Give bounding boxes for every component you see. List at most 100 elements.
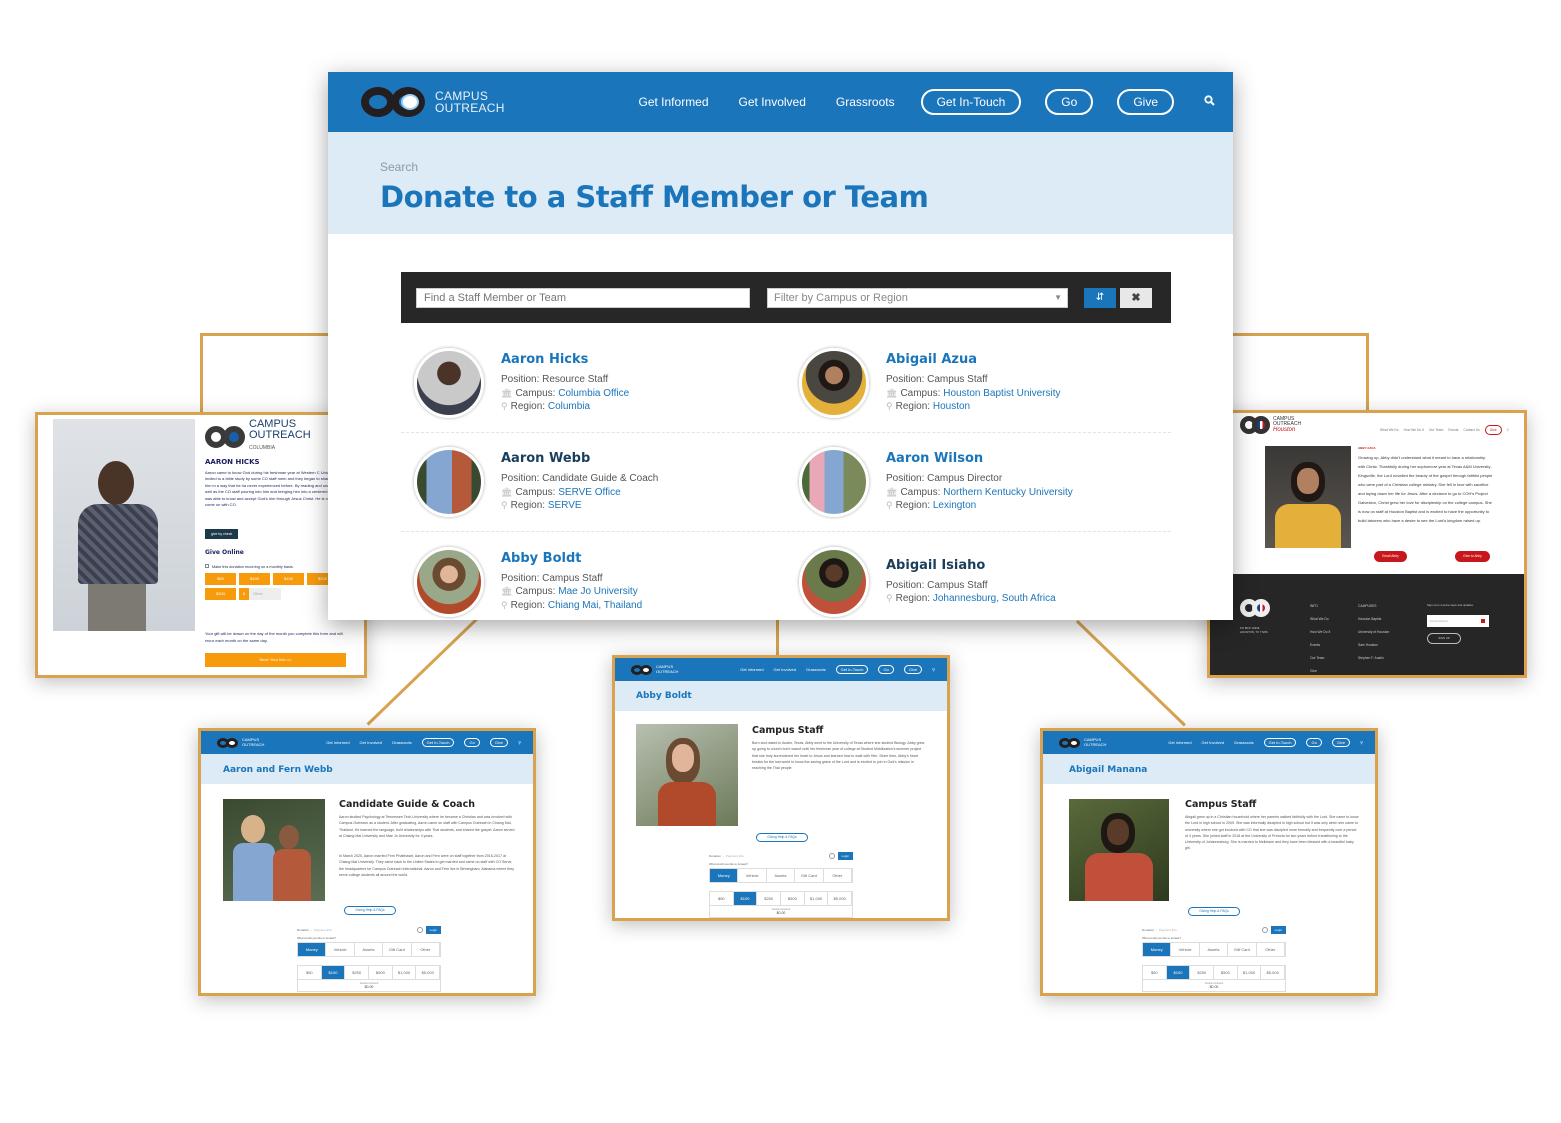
nav-get-informed[interactable]: Get Informed — [639, 95, 709, 109]
amount-tab[interactable]: $100 — [321, 966, 346, 979]
footer-link[interactable]: Sam Houston — [1358, 639, 1389, 652]
nav-link[interactable]: Grassroots — [1234, 740, 1254, 745]
campus-link[interactable]: Columbia Office — [558, 388, 629, 399]
nav-pill[interactable]: Give — [489, 738, 509, 747]
avatar[interactable] — [799, 447, 869, 517]
amount-tab[interactable]: $50 — [710, 892, 734, 905]
help-icon[interactable] — [828, 853, 835, 859]
login-button[interactable]: Login — [1270, 926, 1286, 934]
other-amount-input[interactable]: Other — [249, 588, 281, 600]
footer-link[interactable]: What We Do — [1310, 613, 1330, 626]
avatar[interactable] — [414, 546, 484, 617]
sort-button[interactable]: ⇵ — [1084, 287, 1116, 308]
clear-filter-button[interactable]: ✖ — [1120, 287, 1152, 308]
amount-tab[interactable]: $250 — [757, 892, 782, 905]
nav-pill[interactable]: Give — [1331, 738, 1351, 747]
next-your-info-button[interactable]: Next: Your Info >> — [205, 653, 346, 667]
campus-outreach-logo[interactable]: CAMPUS OUTREACH — [361, 85, 505, 119]
amount-tab[interactable]: $5,000 — [416, 966, 441, 979]
footer-link[interactable]: Events — [1310, 639, 1330, 652]
nav-pill[interactable]: Go — [1306, 738, 1322, 747]
avatar[interactable] — [414, 447, 484, 517]
nav-link[interactable]: Our Team — [1429, 428, 1443, 432]
campus-link[interactable]: Mae Jo University — [558, 586, 637, 597]
amount-tab[interactable]: $1,000 — [805, 892, 829, 905]
search-icon[interactable] — [1204, 95, 1215, 109]
login-button[interactable]: Login — [837, 852, 853, 860]
region-link[interactable]: Houston — [933, 401, 970, 412]
type-tab[interactable]: Vehicle — [1171, 943, 1200, 956]
nav-link[interactable]: Get Informed — [326, 740, 349, 745]
staff-card[interactable]: Abigail Azua Position: Campus Staff 🏛 Cam… — [786, 334, 1171, 432]
nav-pill[interactable]: Give — [903, 665, 923, 674]
email-abby-button[interactable]: Email Abby — [1374, 551, 1407, 562]
recurring-checkbox[interactable] — [205, 564, 209, 568]
type-tab[interactable]: Vehicle — [738, 869, 767, 882]
nav-link[interactable]: Grassroots — [806, 667, 826, 672]
amount-tab[interactable]: $100 — [733, 892, 758, 905]
region-link[interactable]: Johannesburg, South Africa — [933, 593, 1056, 604]
nav-link[interactable]: Contact Us — [1463, 428, 1479, 432]
type-tab[interactable]: Money — [710, 869, 739, 882]
custom-amount[interactable]: Custom Amount $0.00 — [1142, 980, 1286, 992]
amount-button[interactable]: $50 — [205, 573, 236, 585]
footer-link[interactable]: How We Do It — [1310, 626, 1330, 639]
campus-link[interactable]: Northern Kentucky University — [943, 487, 1073, 498]
giving-help-button[interactable]: Giving Help & FAQs — [756, 833, 808, 842]
nav-link[interactable]: Events — [1448, 428, 1458, 432]
type-tab[interactable]: Gift Card — [795, 869, 824, 882]
sign-up-button[interactable]: SIGN UP — [1427, 633, 1461, 644]
type-tab[interactable]: Assets — [1200, 943, 1229, 956]
nav-link[interactable]: Get Informed — [1168, 740, 1191, 745]
amount-tab[interactable]: $5,000 — [828, 892, 853, 905]
campus-link[interactable]: Houston Baptist University — [943, 388, 1060, 399]
staff-card[interactable]: Aaron Hicks Position: Resource Staff 🏛 Ca… — [401, 334, 786, 432]
nav-link[interactable]: Get Involved — [774, 667, 796, 672]
region-link[interactable]: Lexington — [933, 500, 976, 511]
login-button[interactable]: Login — [425, 926, 441, 934]
amount-button[interactable]: $300 — [205, 588, 236, 600]
staff-name[interactable]: Abigail Azua — [886, 352, 1061, 367]
give-to-abby-button[interactable]: Give to Abby — [1455, 551, 1490, 562]
nav-pill[interactable]: Get In-Touch — [835, 665, 869, 674]
type-tab[interactable]: Gift Card — [1228, 943, 1257, 956]
amount-tab[interactable]: $1,000 — [1238, 966, 1262, 979]
avatar[interactable] — [799, 546, 869, 617]
nav-link[interactable]: How We Do It — [1404, 428, 1424, 432]
type-tab[interactable]: Money — [298, 943, 327, 956]
footer-link[interactable]: Stephen F. Austin — [1358, 652, 1389, 665]
region-link[interactable]: Chiang Mai, Thailand — [548, 600, 642, 611]
type-tab[interactable]: Other — [824, 869, 853, 882]
nav-pill[interactable]: Get In-Touch — [421, 738, 455, 747]
avatar[interactable] — [414, 348, 484, 418]
nav-pill[interactable]: Go — [464, 738, 480, 747]
search-icon[interactable]: ⚲ — [1507, 428, 1509, 432]
nav-link[interactable]: Get Involved — [360, 740, 382, 745]
staff-name[interactable]: Abigail Isiaho — [886, 558, 1056, 573]
staff-card[interactable]: Aaron Webb Position: Candidate Guide & C… — [401, 433, 786, 531]
search-icon[interactable]: ⚲ — [1360, 740, 1363, 745]
custom-amount[interactable]: Custom Amount $0.00 — [297, 980, 441, 992]
staff-search-input[interactable] — [416, 287, 750, 308]
footer-link[interactable]: Our Team — [1310, 652, 1330, 665]
footer-link[interactable]: Houston Baptist — [1358, 613, 1389, 626]
type-tab[interactable]: Gift Card — [383, 943, 412, 956]
staff-name[interactable]: Abby Boldt — [501, 551, 642, 566]
amount-tab[interactable]: $250 — [1190, 966, 1215, 979]
amount-tab[interactable]: $5,000 — [1261, 966, 1286, 979]
amount-button[interactable]: $150 — [273, 573, 304, 585]
type-tab[interactable]: Other — [412, 943, 441, 956]
amount-tab[interactable]: $250 — [345, 966, 370, 979]
nav-grassroots[interactable]: Grassroots — [836, 95, 895, 109]
give-button[interactable]: Give — [1484, 425, 1502, 435]
type-tab[interactable]: Other — [1257, 943, 1286, 956]
nav-go-button[interactable]: Go — [1045, 89, 1094, 115]
breadcrumb[interactable]: Search — [380, 160, 1181, 174]
search-icon[interactable]: ⚲ — [518, 740, 521, 745]
staff-card[interactable]: Abigail Isiaho Position: Campus Staff ⚲ R… — [786, 532, 1171, 620]
help-icon[interactable] — [416, 927, 423, 933]
amount-tab[interactable]: $100 — [1166, 966, 1191, 979]
region-link[interactable]: Columbia — [548, 401, 590, 412]
staff-name[interactable]: Aaron Hicks — [501, 352, 629, 367]
staff-name[interactable]: Aaron Wilson — [886, 451, 1073, 466]
